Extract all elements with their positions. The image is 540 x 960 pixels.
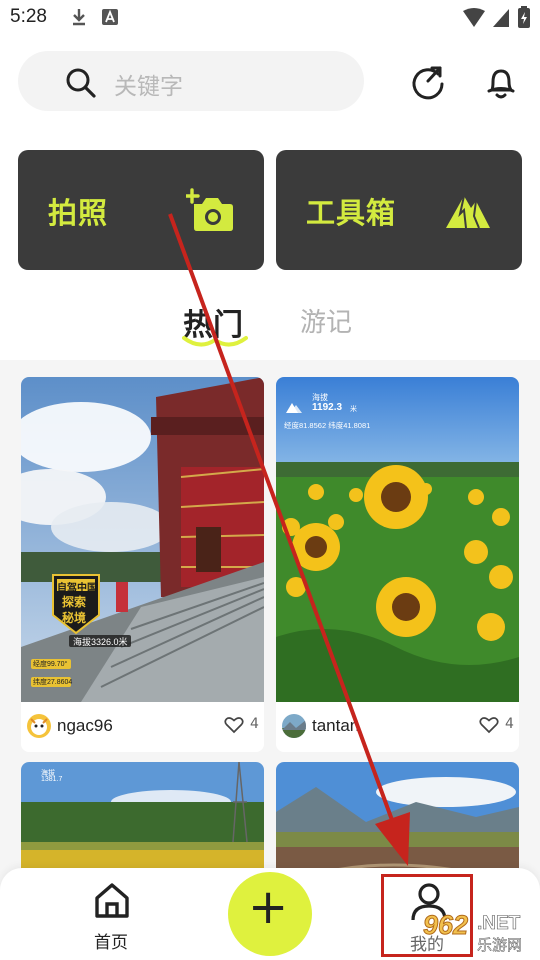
- badge-line1: 自驾中国: [57, 583, 97, 594]
- altitude-value: 1192.3: [312, 402, 343, 413]
- notification-a-icon: [102, 9, 118, 25]
- altitude-value: 1381.7: [41, 776, 63, 783]
- post-username[interactable]: ngac96: [57, 716, 113, 736]
- heart-icon[interactable]: [224, 716, 244, 734]
- post-username[interactable]: tantan: [312, 716, 359, 736]
- like-count: 4: [250, 716, 259, 732]
- camera-add-icon: [186, 188, 233, 231]
- tab-travel[interactable]: 游记: [300, 302, 352, 339]
- battery-icon: [518, 6, 530, 28]
- altitude-overlay: 海拔3326.0米: [73, 637, 128, 647]
- nav-home[interactable]: 首页: [76, 882, 148, 953]
- status-bar: 5:28: [0, 0, 540, 36]
- search-placeholder: 关键字: [114, 74, 183, 100]
- toolbox-feature-card[interactable]: 工具箱: [276, 150, 522, 270]
- wifi-icon: [463, 8, 485, 27]
- watermark-sub: 乐游网: [477, 936, 523, 955]
- avatar[interactable]: [27, 714, 51, 738]
- plus-icon: +: [248, 879, 289, 935]
- badge-line3: 秘境: [62, 611, 87, 625]
- toolbox-feature-label: 工具箱: [306, 196, 397, 230]
- post-photo-sunflowers[interactable]: 海拔 1192.3 米 经度81.8562 纬度41.8081: [276, 377, 519, 702]
- status-time: 5:28: [10, 6, 47, 27]
- watermark-net: .NET: [477, 913, 521, 935]
- post-card[interactable]: 海拔 1192.3 米 经度81.8562 纬度41.8081 tantan 4: [276, 377, 519, 752]
- coordinates-overlay: 经度81.8562 纬度41.8081: [284, 421, 371, 430]
- site-watermark: 962 .NET 乐游网: [405, 910, 535, 958]
- post-footer: ngac96 4: [21, 702, 264, 752]
- watermark-number: 962: [422, 910, 469, 941]
- avatar[interactable]: [282, 714, 306, 738]
- home-icon: [95, 883, 129, 918]
- notification-bell-icon[interactable]: [481, 62, 521, 102]
- altitude-unit: 米: [350, 406, 357, 413]
- cellular-signal-icon: [493, 9, 509, 27]
- like-count: 4: [505, 716, 514, 732]
- longitude-overlay: 经度99.70°: [33, 661, 68, 668]
- badge-line2: 探索: [62, 595, 87, 609]
- post-footer: tantan 4: [276, 702, 519, 752]
- heart-icon[interactable]: [479, 716, 499, 734]
- post-photo-monastery[interactable]: 自驾中国 探索 秘境 海拔3326.0米 经度99.70° 纬度27.8604: [21, 377, 264, 702]
- camera-feature-label: 拍照: [48, 196, 109, 230]
- mountain-icon: [446, 195, 490, 228]
- camera-feature-card[interactable]: 拍照: [18, 150, 264, 270]
- search-icon: [66, 68, 96, 98]
- post-card[interactable]: 自驾中国 探索 秘境 海拔3326.0米 经度99.70° 纬度27.8604 …: [21, 377, 264, 752]
- download-icon: [73, 9, 85, 26]
- nav-home-label: 首页: [94, 933, 128, 953]
- tab-active-indicator: [182, 336, 248, 347]
- search-bar[interactable]: 关键字: [18, 51, 364, 111]
- share-refresh-icon[interactable]: [408, 62, 448, 102]
- latitude-overlay: 纬度27.8604: [33, 679, 73, 686]
- create-post-button[interactable]: +: [228, 872, 312, 956]
